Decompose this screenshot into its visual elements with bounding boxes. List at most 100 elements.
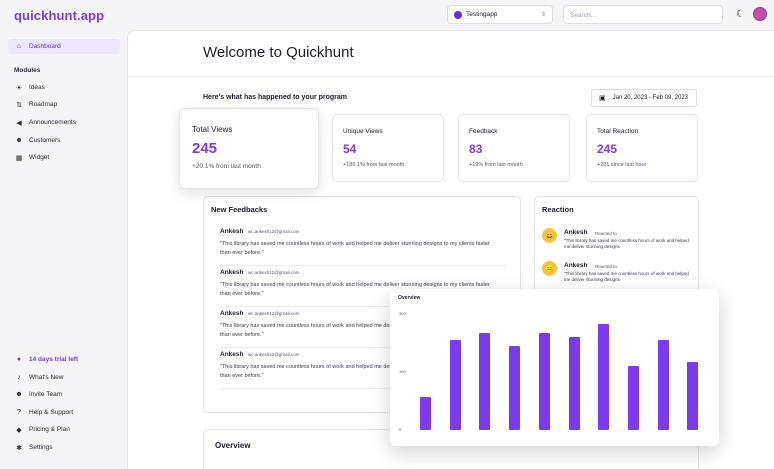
chart-bar[interactable] — [657, 340, 669, 430]
sidebar-item-label: Customers — [29, 137, 61, 144]
sidebar-item-announcements[interactable]: ◀ Announcements — [8, 115, 120, 130]
y-tick-label: 150 — [399, 369, 406, 374]
sidebar-item-label: Dashboard — [29, 43, 61, 50]
feedback-text: "This library has saved me countless hou… — [220, 241, 490, 256]
overview-chart-popup: Overview 300 150 0 — [390, 289, 719, 446]
stat-label: Feedback — [469, 128, 498, 135]
chart-bar[interactable] — [420, 397, 431, 430]
stat-label: Total Views — [192, 125, 233, 134]
search-input[interactable]: Search... — [563, 5, 723, 24]
chart-bar[interactable] — [449, 340, 461, 430]
feedback-email: wc.ankesh12@gmail.com — [248, 352, 300, 357]
feedback-email: wc.ankesh12@gmail.com — [248, 229, 300, 234]
sidebar-item-help-support[interactable]: ? Help & Support — [8, 405, 120, 420]
sidebar-item-trial[interactable]: ● 14 days trial left — [8, 352, 120, 367]
feedback-author: Ankesh — [220, 269, 244, 276]
modules-heading: Modules — [14, 67, 41, 74]
app-window: quickhunt.app Testingapp ⇕ Search... ☾ ⌂… — [0, 0, 774, 469]
lightbulb-icon: ☀ — [15, 84, 23, 92]
stat-card-feedback[interactable]: Feedback 83 +19% from last month — [458, 114, 570, 182]
neutral-emoji-icon: 😑 — [542, 261, 557, 276]
sidebar-item-label: Roadmap — [29, 101, 58, 108]
stat-card-total-reaction[interactable]: Total Reaction 245 +201 since last hour — [586, 114, 698, 182]
home-icon: ⌂ — [16, 43, 22, 50]
reaction-item[interactable]: 😑 Ankesh Reacted to "This library has sa… — [542, 261, 690, 291]
sidebar-item-label: Settings — [29, 444, 53, 451]
sidebar-item-customers[interactable]: ☻ Customers — [8, 133, 120, 148]
stat-value: 245 — [597, 142, 618, 156]
y-tick-label: 300 — [399, 311, 406, 316]
feedback-author: Ankesh — [220, 310, 244, 317]
stat-value: 83 — [469, 142, 483, 156]
reaction-author: Ankesh — [564, 229, 588, 236]
sidebar-item-roadmap[interactable]: ⇅ Roadmap — [8, 97, 120, 112]
bell-icon: ♪ — [17, 374, 21, 381]
sidebar-item-ideas[interactable]: ☀ Ideas — [8, 80, 120, 95]
chart-bar[interactable] — [627, 365, 639, 430]
stat-value: 54 — [343, 142, 357, 156]
stat-label: Unique Views — [343, 128, 383, 135]
sidebar-item-widget[interactable]: ▦ Widget — [8, 150, 120, 165]
stat-label: Total Reaction — [597, 128, 639, 135]
reaction-verb: Reacted to — [595, 264, 617, 269]
reaction-author: Ankesh — [564, 262, 588, 269]
users-icon: ☻ — [15, 137, 23, 144]
feedback-item[interactable]: Ankesh wc.ankesh12@gmail.com "This libra… — [220, 225, 506, 266]
reaction-item[interactable]: 😄 Ankesh Reacted to "This library has sa… — [542, 228, 690, 258]
roadmap-icon: ⇅ — [16, 101, 22, 109]
date-range-picker[interactable]: ▣ Jan 20, 2023 - Feb 09, 2023 — [591, 89, 697, 107]
stat-value: 245 — [192, 140, 218, 157]
moon-icon[interactable]: ☾ — [736, 9, 745, 20]
sidebar-item-settings[interactable]: ✱ Settings — [8, 440, 120, 455]
megaphone-icon: ◀ — [16, 119, 22, 127]
users-icon: ☻ — [15, 391, 23, 398]
sidebar-item-dashboard[interactable]: ⌂ Dashboard — [8, 39, 120, 54]
sidebar-item-label: 14 days trial left — [29, 356, 79, 363]
gear-icon: ✱ — [16, 444, 22, 452]
stat-change: +20.1% from last month — [192, 163, 261, 170]
app-logo[interactable]: quickhunt.app — [14, 8, 104, 23]
reaction-text: "This library has saved me countless hou… — [564, 271, 689, 282]
sidebar: ⌂ Dashboard Modules ☀ Ideas ⇅ Roadmap ◀ … — [0, 30, 127, 469]
project-avatar-icon — [454, 10, 462, 19]
stat-card-total-views[interactable]: Total Views 245 +20.1% from last month — [179, 108, 319, 189]
sidebar-item-label: Widget — [29, 154, 50, 161]
sidebar-item-label: Announcements — [29, 119, 76, 126]
date-range-label: Jan 20, 2023 - Feb 09, 2023 — [612, 95, 689, 101]
reaction-panel: Reaction 😄 Ankesh Reacted to "This libra… — [534, 196, 699, 296]
widget-icon: ▦ — [15, 154, 23, 162]
sidebar-item-label: Invite Team — [29, 391, 63, 398]
stat-change: +19% from last month — [469, 162, 523, 168]
reaction-text: "This library has saved me countless hou… — [564, 238, 689, 249]
section-subtitle: Here's what has happened to your program — [203, 94, 348, 101]
top-bar: quickhunt.app Testingapp ⇕ Search... ☾ — [0, 0, 774, 30]
project-name: Testingapp — [466, 11, 498, 18]
avatar[interactable] — [753, 7, 767, 21]
help-icon: ? — [17, 409, 21, 416]
sidebar-item-label: What's New — [29, 374, 64, 381]
panel-title: Reaction — [542, 205, 574, 214]
sidebar-item-whats-new[interactable]: ♪ What's New — [8, 370, 120, 385]
feedback-author: Ankesh — [220, 351, 244, 358]
sidebar-item-label: Help & Support — [29, 409, 74, 416]
feedback-author: Ankesh — [220, 228, 244, 235]
sidebar-item-label: Ideas — [29, 84, 45, 91]
chart-bar[interactable] — [687, 361, 699, 430]
page-title: Welcome to Quickhunt — [203, 44, 354, 61]
sidebar-item-invite-team[interactable]: ☻ Invite Team — [8, 387, 120, 402]
chart-bar[interactable] — [538, 332, 550, 430]
header-divider — [128, 76, 774, 77]
chart-bar[interactable] — [509, 346, 521, 430]
panel-title: New Feedbacks — [211, 205, 268, 214]
chart-bar[interactable] — [598, 323, 610, 430]
sidebar-item-pricing-plan[interactable]: ◆ Pricing & Plan — [8, 422, 120, 437]
rocket-icon: ● — [16, 356, 22, 363]
reaction-verb: Reacted to — [595, 231, 617, 236]
chart-title: Overview — [398, 295, 421, 301]
chart-bar[interactable] — [479, 333, 491, 430]
project-selector[interactable]: Testingapp ⇕ — [447, 5, 553, 24]
tag-icon: ◆ — [16, 426, 22, 434]
feedback-email: wc.ankesh12@gmail.com — [248, 311, 300, 316]
chart-bar[interactable] — [568, 337, 580, 430]
stat-card-unique-views[interactable]: Unique Views 54 +180.1% from last month — [332, 114, 444, 182]
